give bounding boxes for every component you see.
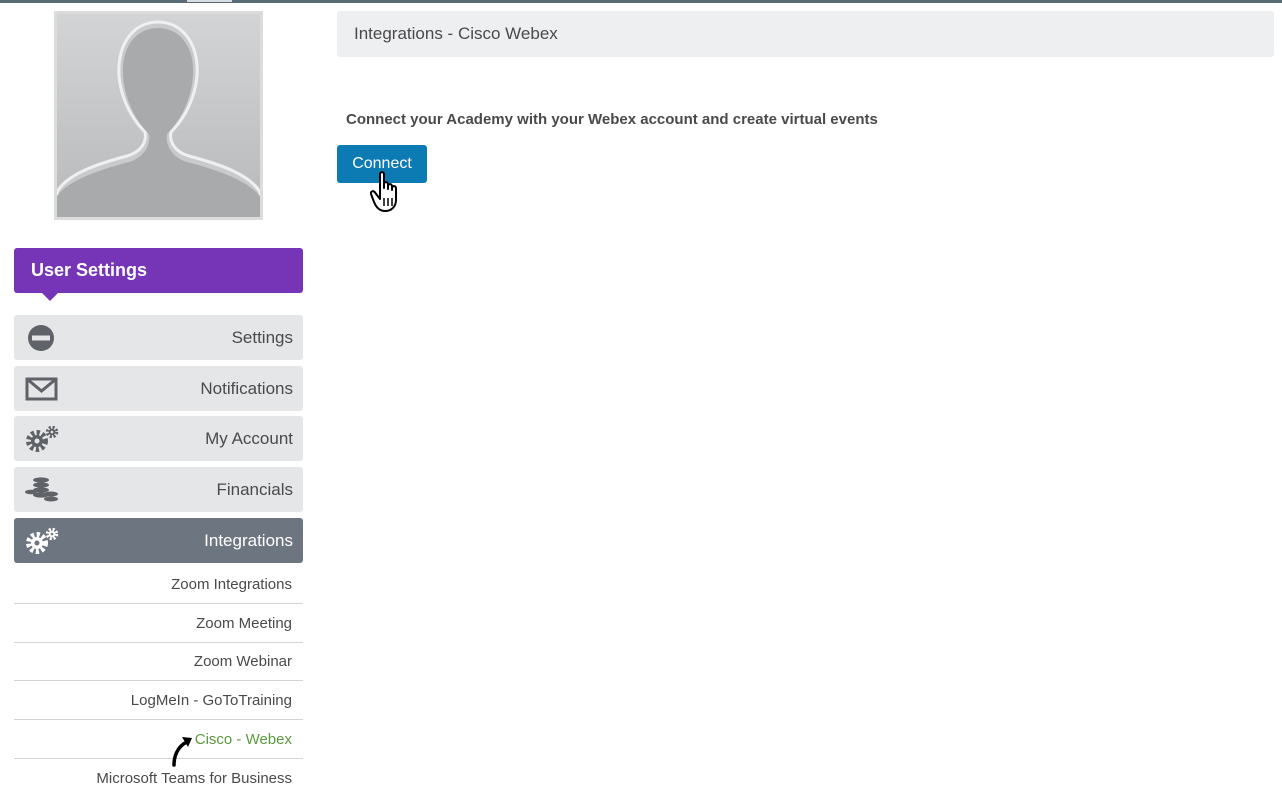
avatar — [54, 11, 263, 220]
sidebar-item-label: Settings — [231, 328, 293, 347]
coins-icon — [24, 476, 60, 504]
subitem-cisco-webex[interactable]: Cisco - Webex — [14, 721, 303, 759]
integration-description: Connect your Academy with your Webex acc… — [346, 111, 878, 128]
sidebar-item-my-account[interactable]: My Account — [14, 416, 303, 461]
gears-icon — [24, 425, 60, 453]
user-settings-header: User Settings — [14, 248, 303, 301]
sidebar-item-label: Notifications — [200, 379, 293, 398]
sidebar-item-label: My Account — [205, 429, 293, 448]
subitem-logmein-gototraining[interactable]: LogMeIn - GoToTraining — [14, 682, 303, 720]
top-bar-tab — [187, 0, 232, 2]
sidebar-item-settings[interactable]: Settings — [14, 315, 303, 360]
sidebar-item-integrations[interactable]: Integrations — [14, 518, 303, 563]
envelope-icon — [24, 375, 60, 403]
gears-icon — [24, 527, 60, 555]
page-title: Integrations - Cisco Webex — [337, 11, 1274, 57]
subitem-microsoft-teams[interactable]: Microsoft Teams for Business — [14, 760, 303, 798]
subitem-zoom-meeting[interactable]: Zoom Meeting — [14, 605, 303, 643]
minus-circle-icon — [24, 324, 60, 352]
sidebar-item-label: Integrations — [204, 531, 293, 550]
subitem-zoom-webinar[interactable]: Zoom Webinar — [14, 643, 303, 681]
curved-arrow-icon — [172, 737, 192, 767]
sidebar-item-financials[interactable]: Financials — [14, 467, 303, 512]
subitem-zoom-integrations[interactable]: Zoom Integrations — [14, 566, 303, 604]
avatar-silhouette-icon — [57, 20, 260, 217]
hand-pointer-cursor-icon — [370, 171, 397, 212]
sidebar-item-notifications[interactable]: Notifications — [14, 366, 303, 411]
sidebar-item-label: Financials — [216, 480, 293, 499]
